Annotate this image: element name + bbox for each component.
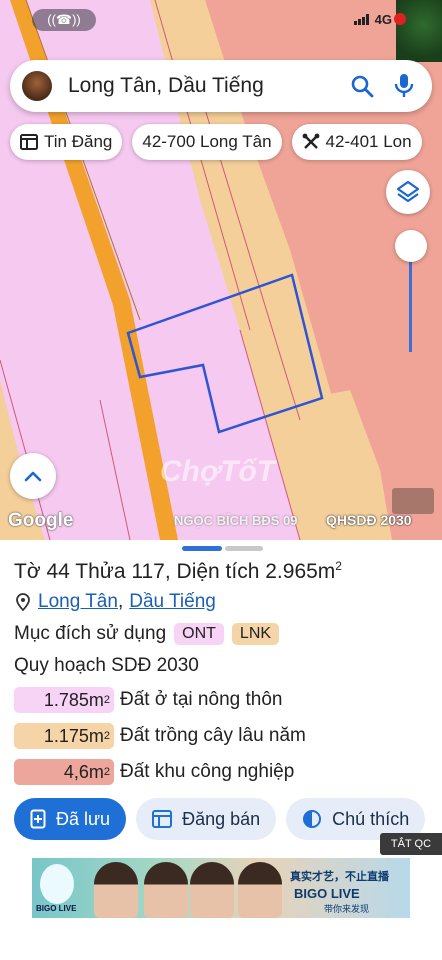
search-input[interactable]: Long Tân, Dầu Tiếng xyxy=(68,74,334,98)
area-label: Đất trồng cây lâu năm xyxy=(120,725,306,746)
opacity-slider-handle[interactable] xyxy=(395,230,427,262)
area-label: Đất khu công nghiệp xyxy=(120,761,295,782)
filter-chips: Tin Đăng 42-700 Long Tân 42-401 Lon xyxy=(10,124,422,160)
network-type: 4G xyxy=(374,12,392,27)
area-label: Đất ở tại nông thôn xyxy=(120,689,283,710)
ad-person-image xyxy=(190,862,234,918)
thua-value: 117 xyxy=(131,560,165,583)
watermark-stamp xyxy=(392,488,434,514)
parcel-info-sheet: Tờ 44 Thửa 117, Diện tích 2.965m2 Long T… xyxy=(0,540,442,960)
bookmark-add-icon xyxy=(30,809,46,829)
chotot-watermark: ChợTốT xyxy=(160,455,276,488)
purpose-label: Mục đích sử dụng xyxy=(14,623,167,644)
chip-label: Tin Đăng xyxy=(44,132,113,151)
plan-layer-caption: QHSDĐ 2030 xyxy=(326,512,412,528)
map-tree-patch xyxy=(394,0,442,62)
search-bar[interactable]: Long Tân, Dầu Tiếng xyxy=(10,60,432,112)
purpose-tag-lnk: LNK xyxy=(231,623,280,645)
ward-link[interactable]: Long Tân xyxy=(38,591,118,613)
ad-logo-icon xyxy=(40,864,74,904)
chip-parcel-401[interactable]: 42-401 Lon xyxy=(291,124,422,160)
parcel-location: Long Tân, Dầu Tiếng xyxy=(16,591,216,613)
area-box: 4,6m 2 xyxy=(14,759,114,785)
ad-subtitle: 带你来发现 xyxy=(324,904,370,914)
area-box: 1.785m 2 xyxy=(14,687,114,713)
status-icons: 4G xyxy=(353,12,392,27)
list-card-icon xyxy=(152,810,173,828)
to-value: 44 xyxy=(46,560,70,583)
ad-person-image xyxy=(94,862,138,918)
ad-brand: BIGO LIVE xyxy=(294,886,360,901)
sheet-page-indicator-active[interactable] xyxy=(182,546,222,551)
phone-icon: ((☎)) xyxy=(47,12,81,27)
area-row-perennial: 1.175m 2 Đất trồng cây lâu năm xyxy=(14,723,306,749)
chip-tin-dang[interactable]: Tin Đăng xyxy=(10,124,123,160)
call-indicator-pill[interactable]: ((☎)) xyxy=(32,9,96,31)
expand-up-button[interactable] xyxy=(10,453,56,499)
district-link[interactable]: Dầu Tiếng xyxy=(129,591,216,613)
area-row-residential: 1.785m 2 Đất ở tại nông thôn xyxy=(14,687,282,713)
ad-banner[interactable]: BIGO LIVE 真实才艺，不止直播 BIGO LIVE 带你来发现 xyxy=(32,858,410,918)
opacity-slider-track[interactable] xyxy=(409,248,412,352)
chip-label: 42-700 Long Tân xyxy=(142,132,272,151)
contrast-icon xyxy=(303,810,322,828)
chevron-up-icon xyxy=(24,471,42,482)
area-value: 2.965m xyxy=(265,560,336,583)
land-use-purpose: Mục đích sử dụng ONT LNK xyxy=(14,623,280,645)
layers-button[interactable] xyxy=(386,170,430,214)
ad-person-image xyxy=(238,862,282,918)
close-ad-button[interactable]: TẮT QC xyxy=(380,833,442,855)
avatar[interactable] xyxy=(22,71,52,101)
google-logo: Google xyxy=(8,510,74,531)
saved-button[interactable]: Đã lưu xyxy=(14,798,127,840)
plan-label: Quy hoạch SDĐ 2030 xyxy=(14,655,199,676)
chip-parcel-700[interactable]: 42-700 Long Tân xyxy=(132,124,282,160)
ad-tagline: 真实才艺，不止直播 xyxy=(290,871,389,883)
area-box: 1.175m 2 xyxy=(14,723,114,749)
location-pin-icon xyxy=(16,593,30,611)
sheet-page-indicator[interactable] xyxy=(225,546,263,551)
agent-caption: NGỌC BÍCH BĐS 09 xyxy=(174,513,298,528)
post-sale-button[interactable]: Đăng bán xyxy=(136,798,277,840)
area-row-industrial: 4,6m 2 Đất khu công nghiệp xyxy=(14,759,294,785)
purpose-tag-ont: ONT xyxy=(174,623,224,645)
parcel-title: Tờ 44 Thửa 117, Diện tích 2.965m2 xyxy=(14,559,342,583)
layers-icon xyxy=(396,180,420,203)
signal-icon xyxy=(353,14,369,25)
action-buttons: Đã lưu Đăng bán Chú thích xyxy=(14,798,426,840)
search-icon[interactable] xyxy=(348,72,376,100)
ad-logo-text: BIGO LIVE xyxy=(36,904,77,913)
notification-dot xyxy=(394,13,406,25)
ad-person-image xyxy=(144,862,188,918)
newspaper-icon xyxy=(20,134,38,150)
map-view[interactable]: ((☎)) 4G Long Tân, Dầu Tiếng Tin Đăng 42… xyxy=(0,0,442,540)
tools-icon xyxy=(302,133,319,149)
chip-label: 42-401 Lon xyxy=(325,132,412,151)
microphone-icon[interactable] xyxy=(390,72,418,100)
